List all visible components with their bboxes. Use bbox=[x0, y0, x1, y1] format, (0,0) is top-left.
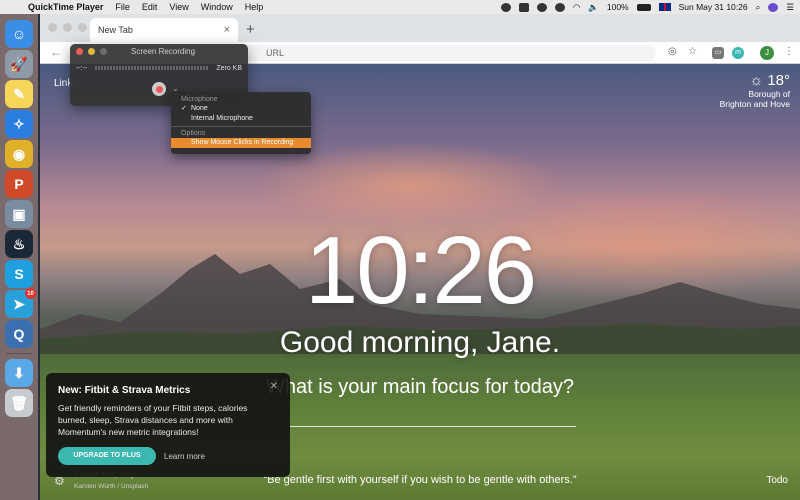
menu-extras: ◠ 🔈 100% Sun May 31 10:26 ⌕ ☰ bbox=[500, 0, 794, 14]
menu-edit[interactable]: Edit bbox=[136, 2, 164, 12]
photo-credit: Karsten Würth / Unsplash bbox=[74, 483, 149, 490]
microphone-header: Microphone bbox=[181, 96, 218, 103]
spotlight-icon[interactable]: ⌕ bbox=[756, 2, 761, 13]
menu-view[interactable]: View bbox=[163, 2, 194, 12]
recording-options-menu: Microphone ✓ None Internal Microphone Op… bbox=[171, 92, 311, 154]
weather-temp: 18° bbox=[767, 72, 790, 89]
address-bar-placeholder: URL bbox=[266, 48, 285, 58]
input-source-flag-icon[interactable] bbox=[658, 3, 671, 11]
time-machine-icon[interactable] bbox=[536, 2, 547, 12]
momentum-page: Link ☼ 18° Borough of Brighton and Hove … bbox=[40, 64, 800, 500]
minimize-window-button[interactable] bbox=[63, 23, 72, 32]
close-icon[interactable]: ✕ bbox=[270, 381, 278, 392]
accessibility-icon[interactable] bbox=[554, 2, 565, 12]
zoom-window-button[interactable] bbox=[78, 23, 87, 32]
dock-finder-icon[interactable]: ☺ bbox=[5, 20, 33, 48]
new-tab-button[interactable]: + bbox=[246, 21, 255, 38]
todo-button[interactable]: Todo bbox=[766, 475, 788, 486]
menu-separator bbox=[171, 126, 311, 127]
battery-percent[interactable]: 100% bbox=[607, 2, 629, 12]
menu-item-none[interactable]: ✓ None bbox=[171, 104, 311, 114]
menu-item-show-mouse-clicks[interactable]: Show Mouse Clicks in Recording bbox=[171, 138, 311, 148]
recording-size: Zero KB bbox=[216, 64, 242, 72]
dock-launchpad-icon[interactable]: 🚀 bbox=[5, 50, 33, 78]
location-icon[interactable]: ◎ bbox=[668, 46, 677, 57]
dock-steam-icon[interactable]: ♨ bbox=[5, 230, 33, 258]
close-tab-icon[interactable]: × bbox=[224, 24, 230, 36]
promo-title: New: Fitbit & Strava Metrics bbox=[58, 385, 191, 396]
tab-strip: New Tab × + bbox=[40, 14, 800, 42]
weather-widget[interactable]: ☼ 18° Borough of Brighton and Hove bbox=[720, 72, 790, 109]
options-header: Options bbox=[181, 130, 206, 137]
dock-downloads-icon[interactable]: ⬇ bbox=[5, 359, 33, 387]
greeting: Good morning, Jane. bbox=[279, 326, 561, 359]
sun-icon: ☼ bbox=[749, 72, 768, 89]
menu-app-name[interactable]: QuickTime Player bbox=[24, 2, 109, 12]
dock-trash-icon[interactable]: 🗑 bbox=[5, 389, 33, 417]
dock-quicktime-icon[interactable]: Q bbox=[5, 320, 33, 348]
weather-location-line2: Brighton and Hove bbox=[719, 99, 790, 109]
dock-chrome-icon[interactable]: ◉ bbox=[5, 140, 33, 168]
wifi-icon[interactable]: ◠ bbox=[573, 2, 580, 13]
siri-icon[interactable] bbox=[768, 2, 779, 12]
promo-card: New: Fitbit & Strava Metrics Get friendl… bbox=[46, 373, 290, 477]
momentum-extension-icon[interactable]: m bbox=[732, 47, 744, 59]
qt-zoom-button[interactable] bbox=[100, 47, 107, 55]
dock-notes-icon[interactable]: ✎ bbox=[5, 80, 33, 108]
learn-more-link[interactable]: Learn more bbox=[164, 452, 205, 461]
back-arrow-icon[interactable]: ← bbox=[50, 45, 62, 59]
bookmark-star-icon[interactable]: ☆ bbox=[688, 46, 697, 57]
notes-tray-icon[interactable] bbox=[518, 2, 529, 12]
close-window-button[interactable] bbox=[48, 23, 57, 32]
clock: 10:26 bbox=[304, 217, 537, 324]
promo-body: Get friendly reminders of your Fitbit st… bbox=[58, 403, 248, 437]
control-center-icon[interactable]: ☰ bbox=[786, 2, 794, 13]
record-button[interactable] bbox=[152, 82, 166, 96]
screen-recording-title: Screen Recording bbox=[131, 46, 196, 56]
dock: ☺ 🚀 ✎ ✧ ◉ P ▣ ♨ S ➤ 10 Q ⬇ 🗑 bbox=[0, 14, 38, 500]
volume-icon[interactable]: 🔈 bbox=[588, 2, 599, 13]
address-bar[interactable]: URL bbox=[236, 45, 656, 61]
dock-powerpoint-icon[interactable]: P bbox=[5, 170, 33, 198]
menu-window[interactable]: Window bbox=[195, 2, 239, 12]
checkmark-icon: ✓ bbox=[181, 105, 187, 112]
battery-icon[interactable] bbox=[636, 3, 651, 11]
qt-minimize-button[interactable] bbox=[88, 47, 95, 55]
menu-kebab-icon[interactable]: ⋮ bbox=[784, 46, 794, 57]
focus-input[interactable] bbox=[288, 426, 576, 427]
menu-file[interactable]: File bbox=[109, 2, 136, 12]
upgrade-button[interactable]: UPGRADE TO PLUS bbox=[58, 447, 156, 465]
dock-separator bbox=[6, 353, 32, 354]
window-controls bbox=[48, 23, 87, 32]
dock-badge: 10 bbox=[25, 288, 36, 299]
weather-location-line1: Borough of bbox=[748, 89, 790, 99]
extension-icon[interactable]: ▭ bbox=[712, 47, 724, 59]
recording-time: --:-- bbox=[76, 64, 88, 72]
tab-new-tab[interactable]: New Tab × bbox=[90, 18, 238, 42]
menu-clock[interactable]: Sun May 31 10:26 bbox=[679, 2, 748, 12]
dock-telegram-icon[interactable]: ➤ 10 bbox=[5, 288, 36, 318]
tab-title: New Tab bbox=[98, 25, 133, 35]
menu-bar: QuickTime Player File Edit View Window H… bbox=[0, 0, 800, 14]
menu-item-none-label: None bbox=[191, 105, 208, 112]
audio-level-meter bbox=[95, 66, 209, 70]
menu-help[interactable]: Help bbox=[239, 2, 270, 12]
profile-avatar[interactable]: J bbox=[760, 46, 774, 60]
dock-preview-icon[interactable]: ▣ bbox=[5, 200, 33, 228]
qt-close-button[interactable] bbox=[76, 47, 83, 55]
dock-skype-icon[interactable]: S bbox=[5, 260, 33, 288]
dock-safari-icon[interactable]: ✧ bbox=[5, 110, 33, 138]
menu-item-internal-microphone[interactable]: Internal Microphone bbox=[171, 114, 311, 124]
dropbox-icon[interactable] bbox=[500, 2, 511, 12]
